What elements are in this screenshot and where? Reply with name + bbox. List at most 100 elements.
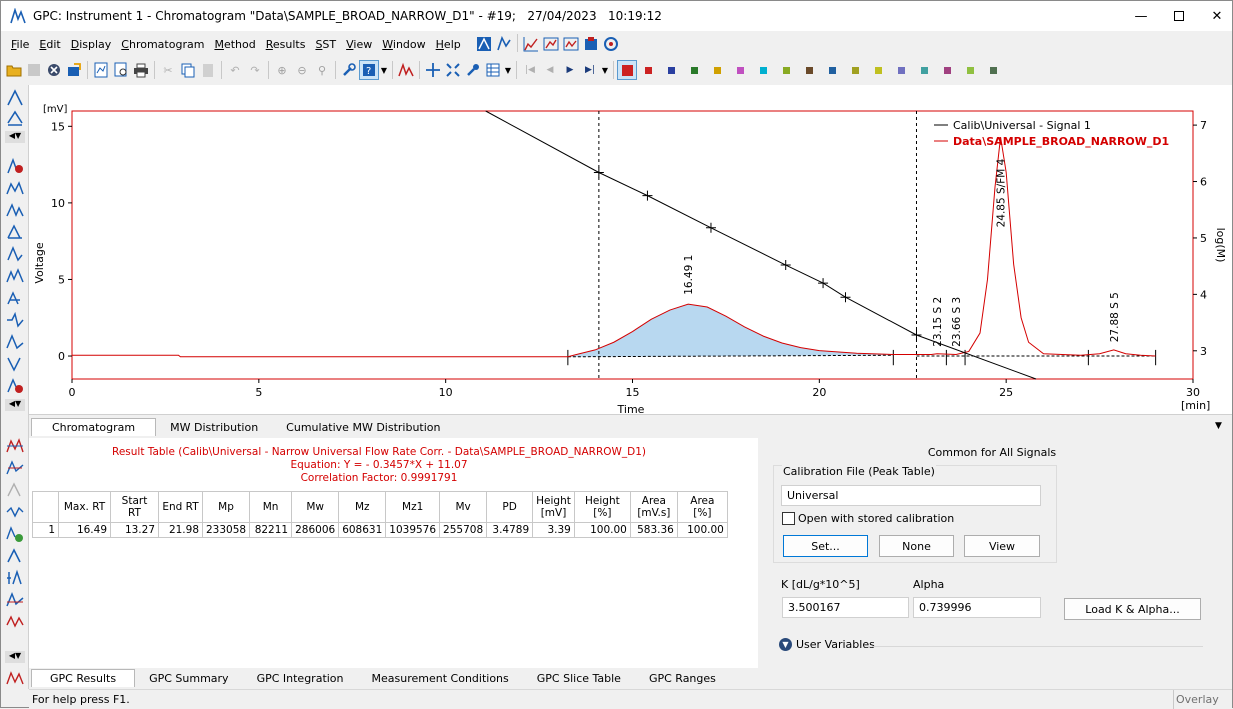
menu-item-display[interactable]: Display: [66, 38, 117, 51]
gpc-tool-icon[interactable]: [6, 591, 24, 609]
table-header-cell[interactable]: Max. RT: [58, 491, 111, 523]
menu-item-edit[interactable]: Edit: [34, 38, 65, 51]
previous-icon[interactable]: ◀: [540, 60, 560, 80]
table-cell[interactable]: 3.4789: [486, 522, 534, 538]
menu-item-help[interactable]: Help: [431, 38, 466, 51]
copy-icon[interactable]: [178, 60, 198, 80]
calibration-icon[interactable]: [494, 34, 514, 54]
peak-tool-icon[interactable]: [6, 201, 24, 219]
open-folder-icon[interactable]: [4, 60, 24, 80]
chart-b-icon[interactable]: [541, 34, 561, 54]
table-cell[interactable]: 13.27: [110, 522, 159, 538]
gpc-tool-icon[interactable]: [6, 503, 24, 521]
settings-wrench-icon[interactable]: [339, 60, 359, 80]
strip-scroll-icon[interactable]: ◀▼: [5, 399, 25, 411]
menu-item-view[interactable]: View: [341, 38, 377, 51]
table-header-cell[interactable]: [32, 491, 59, 523]
tabs-dropdown-icon[interactable]: ▼: [1215, 421, 1222, 431]
table-header-cell[interactable]: Height [mV]: [532, 491, 575, 523]
table-cell[interactable]: 82211: [249, 522, 293, 538]
redo-icon[interactable]: ↷: [245, 60, 265, 80]
tab-cumulative-mw-distribution[interactable]: Cumulative MW Distribution: [272, 418, 454, 436]
paste-icon[interactable]: [198, 60, 218, 80]
tools-icon[interactable]: [463, 60, 483, 80]
table-cell[interactable]: 21.98: [158, 522, 203, 538]
print-icon[interactable]: [131, 60, 151, 80]
signal-color-swatch[interactable]: [783, 66, 790, 74]
report-icon[interactable]: [91, 60, 111, 80]
signal-color-swatch[interactable]: [760, 66, 767, 74]
menu-item-method[interactable]: Method: [209, 38, 260, 51]
negative-peak-icon[interactable]: [6, 355, 24, 373]
table-header-cell[interactable]: Mv: [439, 491, 488, 523]
table-header-cell[interactable]: Height [%]: [573, 491, 631, 523]
signal-color-swatch[interactable]: [645, 66, 652, 74]
signal-color-swatch[interactable]: [737, 66, 744, 74]
peak-tool-icon[interactable]: [6, 245, 24, 263]
zoom-fit-icon[interactable]: ⚲: [312, 60, 332, 80]
table-cell[interactable]: 1: [32, 522, 59, 538]
table-header-cell[interactable]: Mn: [249, 491, 293, 523]
tab-chromatogram[interactable]: Chromatogram: [31, 418, 157, 436]
signal-color-swatch[interactable]: [898, 66, 905, 74]
signal-color-swatch[interactable]: [714, 66, 721, 74]
table-header-cell[interactable]: PD: [486, 491, 534, 523]
table-header-cell[interactable]: Start RT: [110, 491, 159, 523]
chart-e-icon[interactable]: [601, 34, 621, 54]
table-header-cell[interactable]: Mp: [201, 491, 251, 523]
peak-tool-icon[interactable]: [6, 179, 24, 197]
tab-mw-distribution[interactable]: MW Distribution: [156, 418, 272, 436]
table-header-cell[interactable]: Area [mV.s]: [629, 491, 678, 523]
fit-all-icon[interactable]: [443, 60, 463, 80]
tab-gpc-ranges[interactable]: GPC Ranges: [635, 669, 730, 687]
signal-color-swatch[interactable]: [875, 66, 882, 74]
chromatogram-chart-panel[interactable]: 0 5 10 15 20 25 30 0 5 10 15 3 4 5 6 7 16.49 1 23.15 S…: [29, 85, 1232, 415]
signal-color-swatch[interactable]: [944, 66, 951, 74]
peak-tool-icon[interactable]: [6, 289, 24, 307]
gpc-tool-icon[interactable]: [6, 613, 24, 631]
menu-item-chromatogram[interactable]: Chromatogram: [116, 38, 209, 51]
k-input[interactable]: 3.500167: [782, 597, 909, 618]
table-cell[interactable]: 3.39: [532, 522, 575, 538]
table-cell[interactable]: 100.00: [676, 522, 728, 538]
signal-color-swatch[interactable]: [806, 66, 813, 74]
table-cell[interactable]: 16.49: [58, 522, 111, 538]
table-header-cell[interactable]: Area [%]: [676, 491, 728, 523]
gpc-check-icon[interactable]: [6, 525, 24, 543]
table-cell[interactable]: 286006: [291, 522, 340, 538]
chromatogram-chart[interactable]: 0 5 10 15 20 25 30 0 5 10 15 3 4 5 6 7 16.49 1 23.15 S…: [29, 85, 1232, 415]
signal-color-swatch[interactable]: [668, 66, 675, 74]
tab-gpc-results[interactable]: GPC Results: [31, 669, 136, 687]
open-stored-checkbox[interactable]: [782, 512, 795, 525]
open-stored-checkbox-row[interactable]: Open with stored calibration: [782, 512, 954, 525]
menu-item-sst[interactable]: SST: [310, 38, 341, 51]
title-bar[interactable]: GPC: Instrument 1 - Chromatogram "Data\S…: [1, 1, 1232, 31]
baseline-tool-icon[interactable]: [6, 333, 24, 351]
table-header-cell[interactable]: Mw: [291, 491, 340, 523]
cut-icon[interactable]: ✂: [158, 60, 178, 80]
print-preview-icon[interactable]: [111, 60, 131, 80]
gpc-tool-icon[interactable]: [6, 459, 24, 477]
close-button[interactable]: ✕: [1194, 1, 1233, 31]
strip-scroll-icon[interactable]: ◀▼: [5, 651, 25, 663]
gpc-tool-icon[interactable]: [6, 437, 24, 455]
load-k-alpha-button[interactable]: Load K & Alpha...: [1064, 598, 1201, 620]
alpha-input[interactable]: 0.739996: [913, 597, 1041, 618]
view-button[interactable]: View: [964, 535, 1040, 557]
peak-tool-icon[interactable]: [6, 267, 24, 285]
table-header-cell[interactable]: Mz1: [385, 491, 441, 523]
close-file-icon[interactable]: [44, 60, 64, 80]
export-icon[interactable]: [64, 60, 84, 80]
none-button[interactable]: None: [879, 535, 954, 557]
peak-tool-icon[interactable]: [6, 89, 24, 107]
strip-scroll-icon[interactable]: ◀▼: [5, 131, 25, 143]
signal-color-swatch[interactable]: [829, 66, 836, 74]
undo-icon[interactable]: ↶: [225, 60, 245, 80]
method-icon[interactable]: [474, 34, 494, 54]
zoom-in-icon[interactable]: ⊕: [272, 60, 292, 80]
save-icon[interactable]: [24, 60, 44, 80]
menu-item-window[interactable]: Window: [377, 38, 430, 51]
chart-a-icon[interactable]: [521, 34, 541, 54]
signal-color-swatch[interactable]: [852, 66, 859, 74]
table-header-cell[interactable]: Mz: [338, 491, 387, 523]
